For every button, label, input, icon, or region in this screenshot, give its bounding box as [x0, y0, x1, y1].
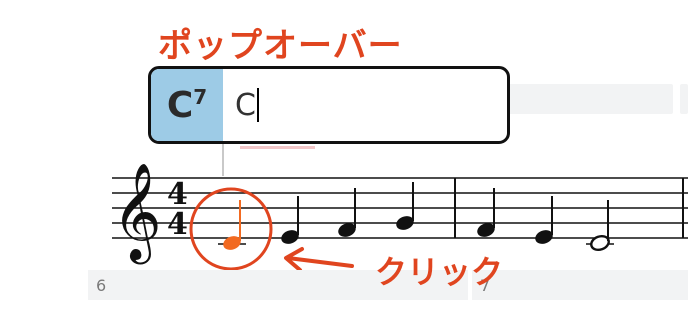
measure-bar-7 — [472, 270, 688, 300]
chord-root: C — [166, 84, 194, 126]
note — [535, 196, 553, 244]
measure-number: 6 — [96, 276, 107, 295]
note — [338, 188, 356, 237]
time-signature: 4 4 — [167, 177, 188, 242]
note — [396, 182, 414, 230]
note — [477, 188, 495, 237]
music-staff[interactable]: 𝄞 4 4 — [0, 150, 688, 270]
click-highlight-circle — [189, 187, 273, 270]
chord-input-value: C — [235, 87, 256, 123]
text-caret — [256, 88, 259, 122]
chord-input-field[interactable]: C — [223, 69, 507, 141]
note — [281, 196, 299, 244]
toolbar-strip — [505, 84, 673, 114]
treble-clef-icon: 𝄞 — [112, 162, 162, 264]
toolbar-strip-edge — [680, 84, 688, 114]
chord-symbol-popover[interactable]: C7 C — [148, 66, 510, 144]
click-arrow-icon — [284, 247, 354, 270]
selection-highlight — [240, 146, 315, 149]
chord-preview: C7 — [151, 69, 223, 141]
click-annotation-label: クリック — [375, 253, 504, 291]
popover-annotation-title: ポップオーバー — [158, 26, 403, 66]
svg-text:4: 4 — [167, 207, 188, 242]
chord-extension: 7 — [193, 85, 208, 109]
